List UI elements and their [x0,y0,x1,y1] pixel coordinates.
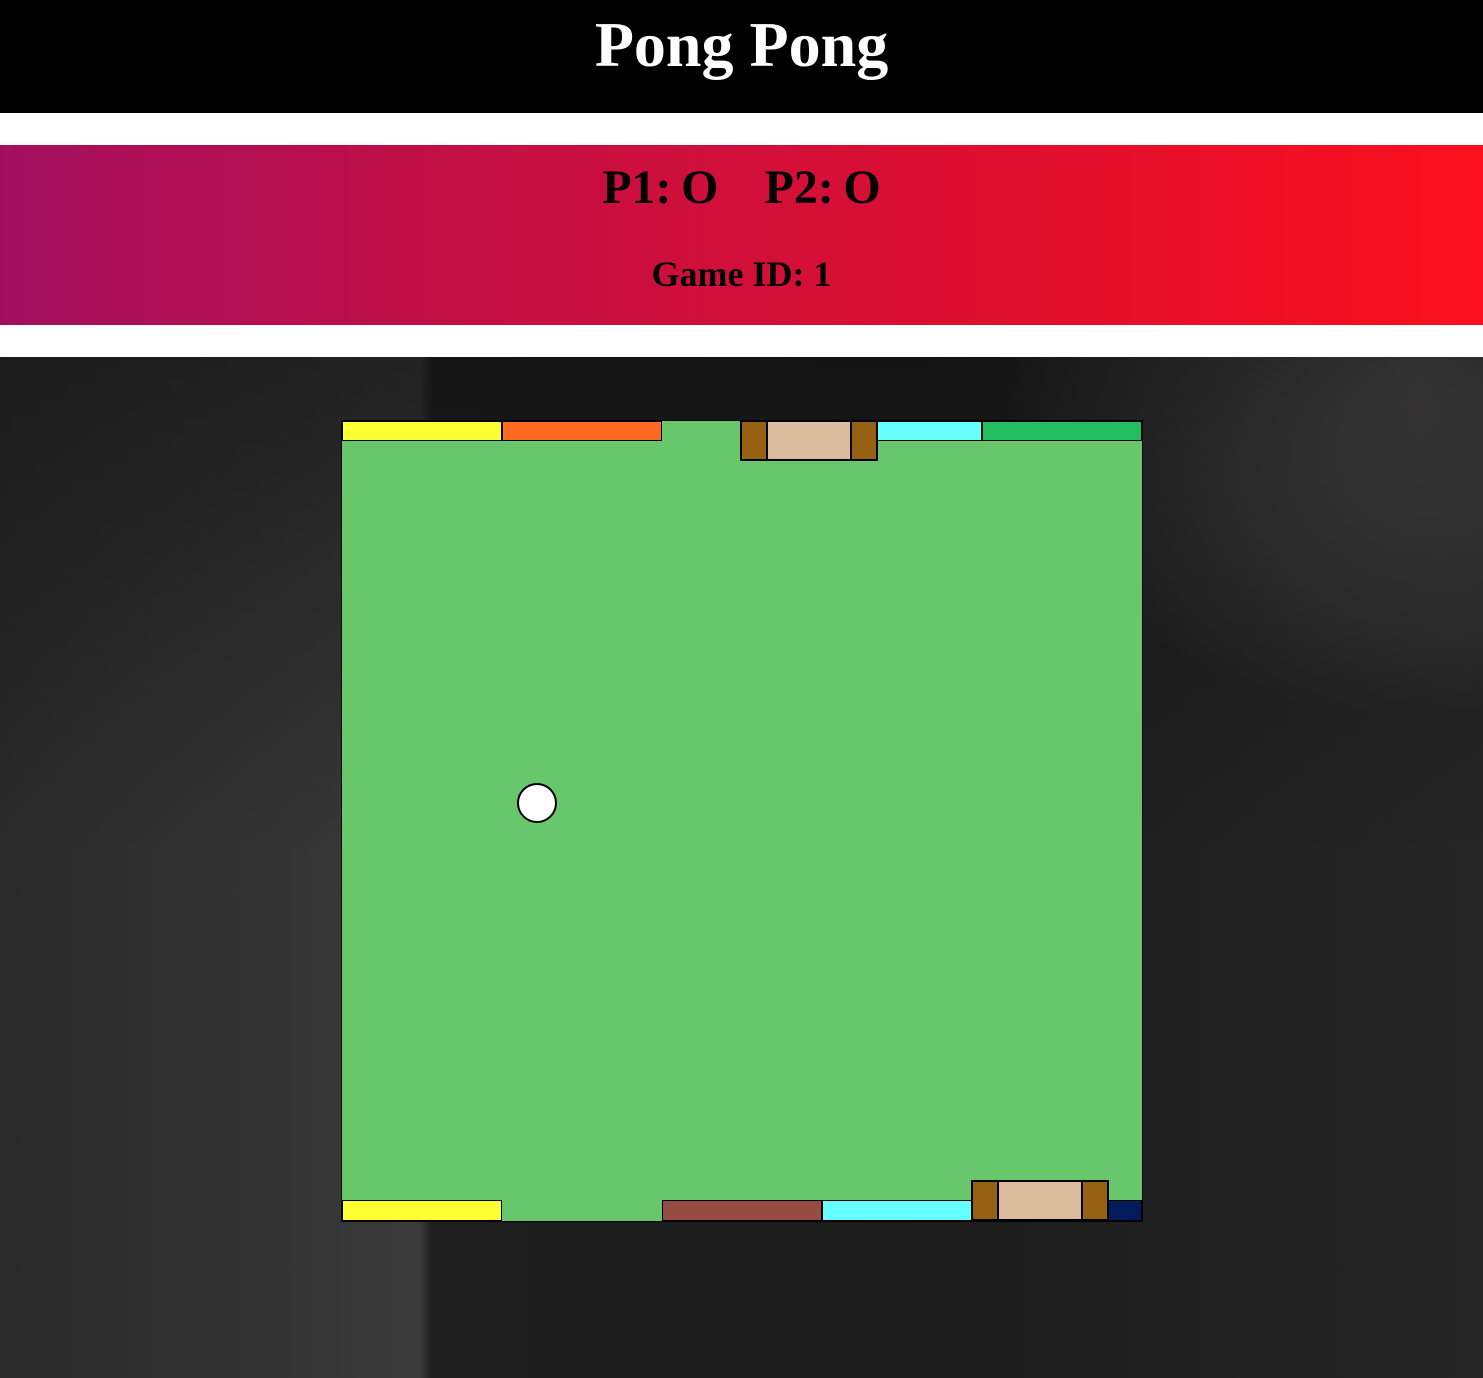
bottom-brick-3 [822,1200,972,1221]
bottom-paddle-left-cap [973,1182,999,1219]
top-paddle[interactable] [740,420,878,461]
game-id-label: Game ID: [651,254,805,294]
scoreboard: P1: O P2: O [0,162,1483,214]
top-brick-2 [502,421,662,441]
bottom-brick-2 [662,1200,822,1221]
player1-label: P1: [602,161,672,214]
page-title: Pong Pong [594,9,889,80]
top-brick-1 [342,421,502,441]
top-paddle-left-cap [742,422,768,459]
bottom-brick-4 [1108,1200,1142,1221]
bottom-paddle-right-cap [1081,1182,1107,1219]
game-id-value: 1 [813,254,832,294]
bottom-paddle[interactable] [971,1180,1109,1221]
player2-score-value: O [843,161,881,214]
game-field[interactable] [341,420,1143,1222]
player1-score: P1: O [602,162,718,214]
header-bar: Pong Pong [0,0,1483,113]
top-paddle-right-cap [850,422,876,459]
bottom-brick-1 [342,1200,502,1221]
top-brick-4 [982,421,1142,441]
player1-score-value: O [681,161,719,214]
player2-score: P2: O [765,162,881,214]
ball [517,783,557,823]
top-brick-3 [876,421,982,441]
player2-label: P2: [764,161,834,214]
game-id: Game ID: 1 [0,254,1483,294]
